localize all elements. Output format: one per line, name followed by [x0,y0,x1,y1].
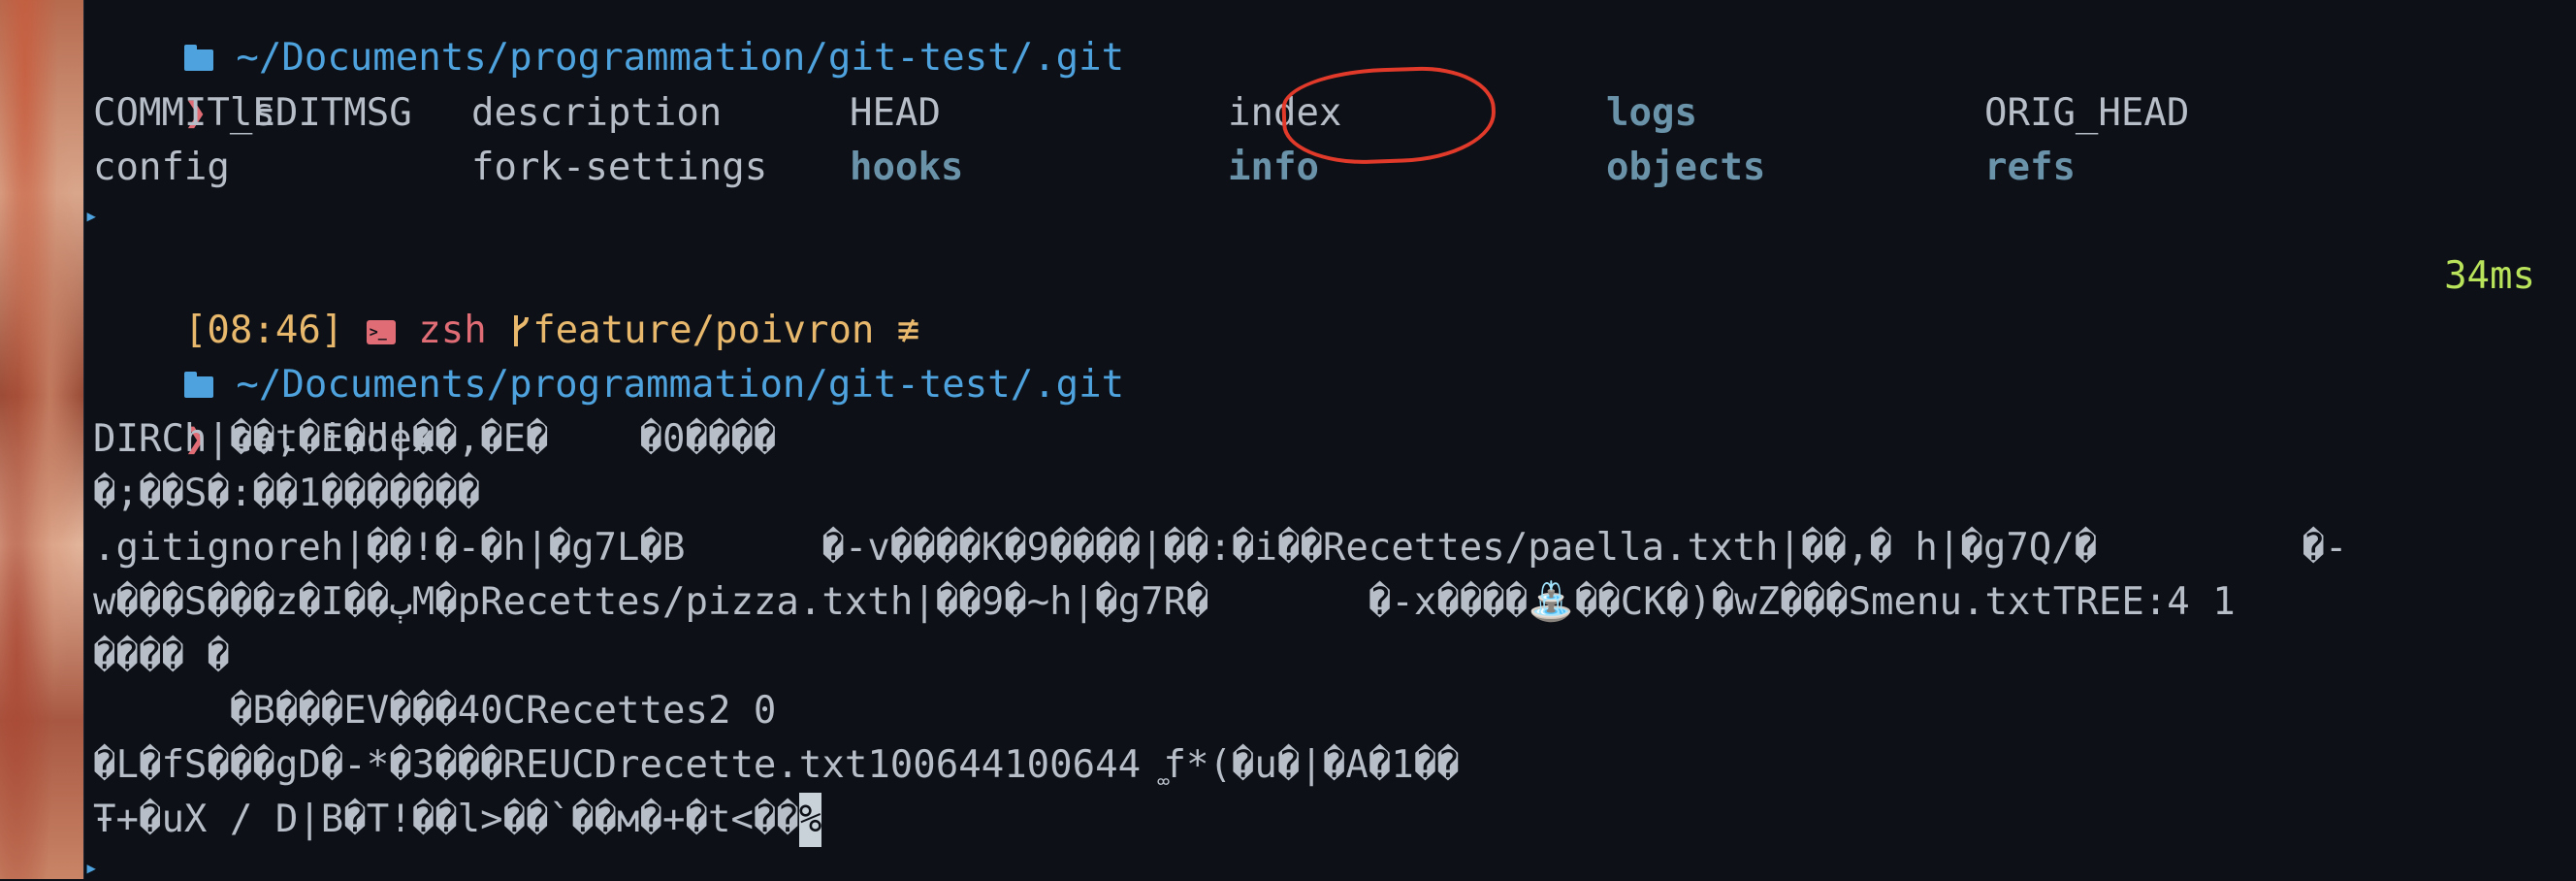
output-line: w���S���z�I��ٻM�pRecettes/pizza.txth|��9… [93,580,2236,624]
prompt-marker: ▸ [84,854,99,881]
ls-entry-dir: hooks [850,146,964,189]
ls-entry: COMMIT_EDITMSG [93,91,412,135]
output-line: .gitignoreh|��!�-�h|�g7L�B �-v����K�9���… [93,526,2348,570]
output-line-last: Ŧ+�uX / D|B�T!��l>��`��м�+�t<��% [84,793,2576,847]
ls-entry: ORIG_HEAD [1984,91,2190,135]
output-line: �;��S�:��1������� [93,472,481,515]
command-duration: 34ms [2444,254,2535,298]
output-line: �B���EV���40CRecettes2 0 [93,689,777,733]
prompt-line: [08:46] zsh feature/poivron ≢ 34ms [84,249,2576,359]
terminal-cursor: % [798,793,822,847]
prompt-marker: ▸ [84,202,99,229]
ls-entry: description [471,91,723,135]
output-line: ���� � [93,635,230,678]
ls-entry-dir: refs [1984,146,2076,189]
output-line: DIRCh|��,�E�h|��,�E� �0���� [93,417,777,461]
cwd-line: ~/Documents/programmation/git-test/.git [84,304,2576,407]
ls-entry: fork-settings [471,146,768,189]
command-line-cat: ❯ cat index [84,358,2576,461]
ls-entry: HEAD [850,91,941,135]
output-line: �L�fS���gD�-*�3���REUCDrecette.txt100644… [93,743,1460,787]
ls-entry-dir: objects [1606,146,1766,189]
terminal-window[interactable]: ~/Documents/programmation/git-test/.git … [83,0,2576,881]
desktop-wallpaper [0,0,83,879]
output-text: Ŧ+�uX / D|B�T!��l>��`��м�+�t<�� [93,798,799,841]
ls-entry: config [93,146,230,189]
ls-entry-dir: logs [1606,91,1697,135]
cwd-line-top: ~/Documents/programmation/git-test/.git [84,0,2576,80]
